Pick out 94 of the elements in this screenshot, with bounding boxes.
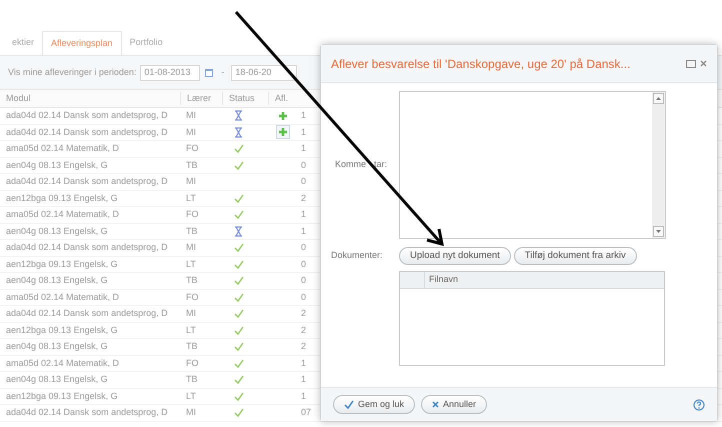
table-cell: aen04g 08.13 Engelsk, G	[6, 275, 108, 285]
table-cell: LT	[186, 324, 196, 334]
table-cell-text: 1	[300, 208, 306, 221]
document-button[interactable]: Tilføj dokument fra arkiv	[514, 247, 637, 265]
dialog-title: Aflever besvarelse til 'Danskopgave, uge 20' på Dansk...	[331, 56, 632, 72]
comment-field[interactable]	[399, 91, 666, 239]
table-cell: LT	[186, 390, 196, 400]
table-cell-text: 2	[300, 324, 306, 336]
table-cell: ama05d 02.14 Matematik, D	[6, 143, 120, 153]
table-cell-text: 07	[300, 406, 312, 419]
table-cell: ama05d 02.14 Matematik, D	[6, 358, 120, 368]
table-cell: FO	[186, 292, 198, 302]
table-cell: TB	[186, 341, 198, 351]
check-icon	[344, 400, 354, 409]
table-cell: aen04g 08.13 Engelsk, G	[6, 160, 108, 170]
column-header: Status	[222, 92, 268, 106]
maximize-icon[interactable]	[686, 60, 696, 68]
table-cell: aen12bga 09.13 Engelsk, G	[6, 324, 118, 334]
table-cell: FO	[186, 358, 198, 368]
table-cell: aen12bga 09.13 Engelsk, G	[6, 390, 118, 400]
table-cell-text: 0	[300, 158, 306, 172]
table-cell: MI	[186, 126, 196, 136]
table-cell: MI	[186, 176, 196, 186]
documents-label: Dokumenter:	[331, 250, 383, 260]
tab[interactable]: Afleveringsplan	[42, 31, 122, 55]
table-cell-text: 1	[300, 224, 306, 238]
scroll-up-icon[interactable]	[653, 93, 664, 104]
table-cell: TB	[186, 374, 198, 384]
table-cell: MI	[186, 308, 196, 318]
date-field[interactable]: 01-08-2013	[140, 64, 200, 80]
table-cell-text: 0	[300, 290, 306, 304]
filter-label: Vis mine afleveringer i perioden:	[8, 66, 136, 79]
table-cell-text: 0	[300, 175, 306, 188]
table-cell-text: 1	[300, 126, 306, 138]
table-cell: FO	[186, 143, 198, 153]
plus-icon	[278, 110, 288, 121]
table-cell-text: 1	[300, 390, 306, 402]
date-field[interactable]: 18-06-20	[231, 64, 298, 80]
table-cell-text: 0	[300, 274, 306, 287]
table-cell-text: 2	[300, 340, 306, 353]
table-cell: ada04d 02.14 Dansk som andetsprog, D	[6, 242, 168, 252]
hourglass-icon	[234, 110, 243, 122]
table-cell: ada04d 02.14 Dansk som andetsprog, D	[6, 126, 168, 136]
hourglass-icon	[234, 226, 243, 237]
table-cell: aen12bga 09.13 Engelsk, G	[6, 192, 118, 202]
column-header: Modul	[5, 92, 32, 105]
table-cell-text: 2	[300, 192, 306, 204]
table-cell-text: 1	[300, 373, 306, 386]
table-cell: ama05d 02.14 Matematik, D	[6, 292, 120, 302]
save-button[interactable]: Gem og luk	[333, 395, 416, 414]
table-cell: MI	[186, 242, 196, 252]
table-cell: TB	[186, 275, 198, 285]
document-button[interactable]: Upload nyt dokument	[399, 247, 511, 265]
table-cell: TB	[186, 160, 198, 170]
calendar-icon[interactable]	[204, 68, 214, 78]
scroll-down-icon[interactable]	[653, 226, 664, 237]
table-cell: aen12bga 09.13 Engelsk, G	[6, 258, 118, 268]
date-separator: -	[220, 66, 226, 79]
table-cell: ada04d 02.14 Dansk som andetsprog, D	[6, 407, 168, 417]
table-cell-text: 1	[300, 356, 306, 370]
table-cell: FO	[186, 209, 198, 219]
table-cell: ama05d 02.14 Matematik, D	[6, 209, 120, 219]
comment-label: Komme	[335, 158, 366, 172]
cancel-button[interactable]: Annuller	[421, 395, 488, 414]
tab[interactable]: Portfolio	[122, 31, 171, 55]
table-cell: TB	[186, 226, 198, 236]
table-cell: MI	[186, 407, 196, 417]
help-icon[interactable]	[693, 398, 705, 410]
table-cell-text: 1	[300, 109, 306, 122]
date-value: 18-06-20	[235, 66, 272, 79]
column-header: Afl.	[268, 92, 300, 106]
close-icon	[432, 401, 440, 408]
table-cell: ada04d 02.14 Dansk som andetsprog, D	[6, 308, 168, 318]
table-cell-text: 0	[300, 258, 306, 270]
column-header: Lærer	[180, 92, 222, 106]
table-cell: aen04g 08.13 Engelsk, G	[6, 374, 108, 384]
table-cell: ada04d 02.14 Dansk som andetsprog, D	[6, 176, 168, 186]
column-header: Filnavn	[428, 273, 458, 286]
table-cell: MI	[186, 110, 196, 120]
table-cell-text: 0	[300, 241, 306, 254]
table-cell: LT	[186, 192, 196, 202]
comment-label: tar:	[374, 158, 388, 172]
table-cell-text: 1	[300, 142, 306, 155]
table-cell: ada04d 02.14 Dansk som andetsprog, D	[6, 110, 168, 120]
table-cell-text: 2	[300, 307, 306, 320]
hourglass-icon	[234, 126, 243, 138]
table-cell: LT	[186, 258, 196, 268]
scrollbar[interactable]	[652, 92, 665, 238]
add-button[interactable]	[276, 125, 290, 140]
plus-icon	[278, 127, 288, 138]
table-cell: aen04g 08.13 Engelsk, G	[6, 226, 108, 236]
tab[interactable]: ektier	[4, 31, 42, 55]
close-icon[interactable]	[700, 60, 707, 67]
table-cell: aen04g 08.13 Engelsk, G	[6, 341, 108, 351]
